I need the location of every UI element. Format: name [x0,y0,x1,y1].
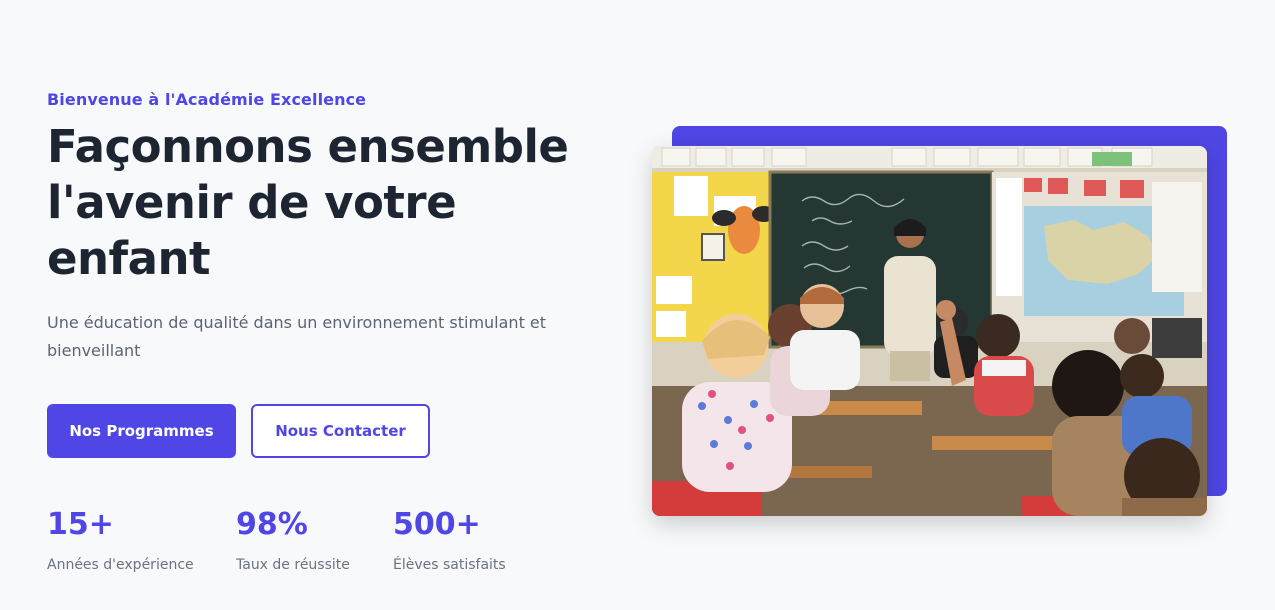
hero-buttons: Nos Programmes Nous Contacter [47,404,430,458]
stat-students: 500+ Élèves satisfaits [393,505,523,573]
hero-eyebrow: Bienvenue à l'Académie Excellence [47,90,367,109]
stat-label: Années d'expérience [47,557,194,573]
contact-button[interactable]: Nous Contacter [251,404,430,458]
classroom-illustration [652,146,1207,516]
stat-success-rate: 98% Taux de réussite [236,505,353,573]
hero-media [652,126,1227,516]
stat-value: 500+ [393,507,481,542]
classroom-photo [652,146,1207,516]
stat-label: Taux de réussite [236,557,350,573]
stats-row: 15+ Années d'expérience 98% Taux de réus… [47,505,563,573]
hero-text-block: Bienvenue à l'Académie Excellence Façonn… [47,90,617,573]
stat-value: 15+ [47,507,114,542]
hero-title: Façonnons ensemble l'avenir de votre enf… [47,120,569,285]
stat-value: 98% [236,507,308,542]
stat-experience: 15+ Années d'expérience [47,505,196,573]
stat-label: Élèves satisfaits [393,557,506,573]
hero-subtitle: Une éducation de qualité dans un environ… [47,313,547,360]
programs-button[interactable]: Nos Programmes [47,404,236,458]
